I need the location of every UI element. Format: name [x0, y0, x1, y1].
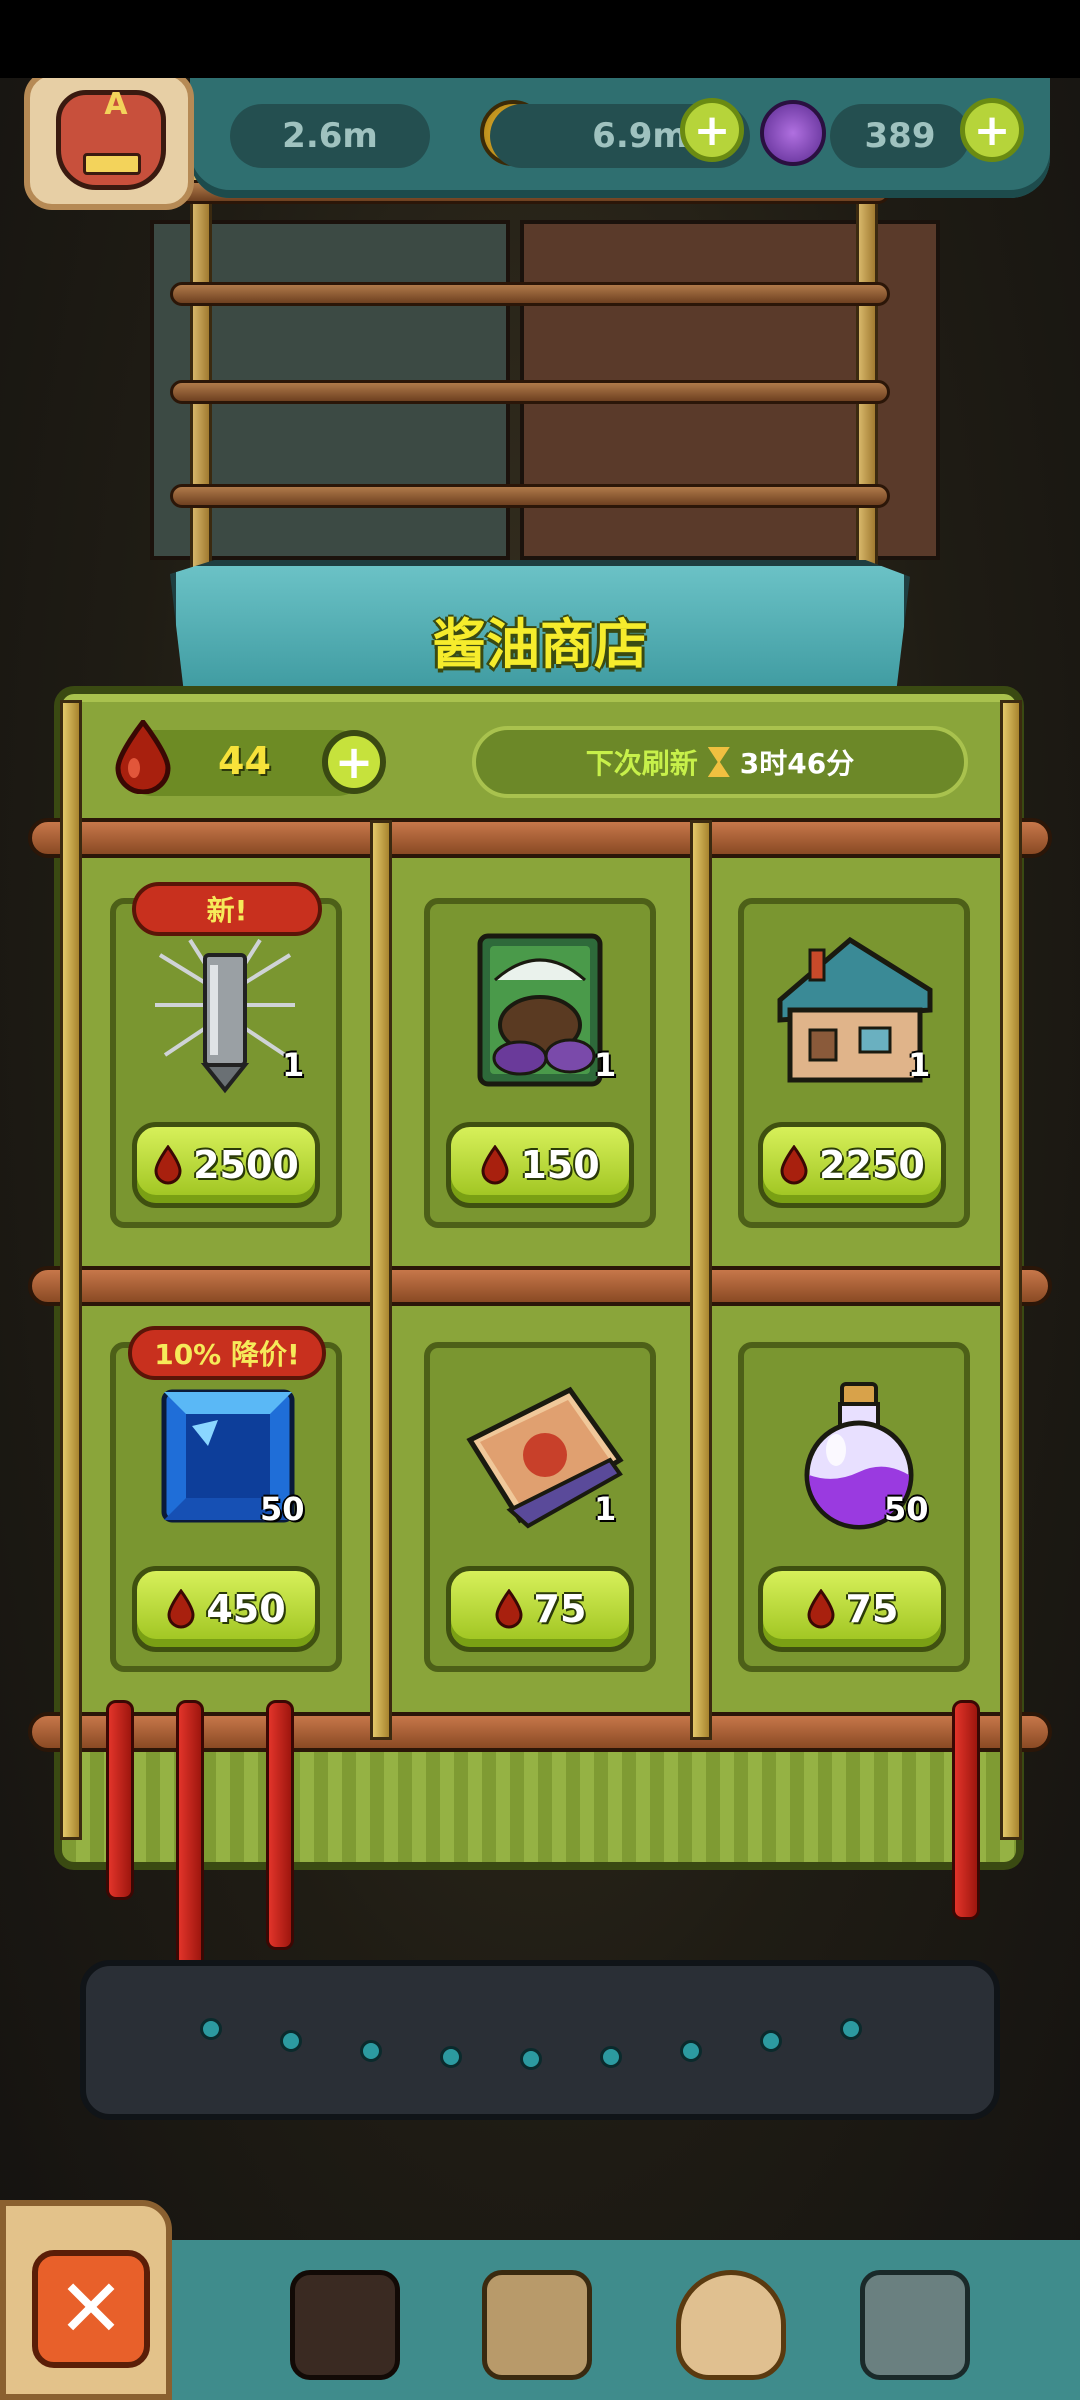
buy-button-scroll[interactable]: 75: [446, 1566, 634, 1652]
blood-drop-icon: [167, 1589, 195, 1629]
avatar-face: A: [56, 87, 166, 190]
machine-light: [200, 2018, 222, 2040]
blood-drop-icon: [807, 1589, 835, 1629]
item-price: 150: [520, 1143, 600, 1187]
shop-header-row: 44 + 下次刷新 3时46分: [100, 712, 980, 812]
machine-light: [280, 2030, 302, 2052]
discount-badge: 10% 降价!: [128, 1326, 326, 1380]
refresh-label: 下次刷新: [585, 747, 698, 780]
tassel-decoration: [952, 1700, 980, 1920]
status-bar: [0, 0, 1080, 78]
ladder-rung: [170, 484, 890, 508]
item-price: 2500: [193, 1143, 299, 1187]
tassel-decoration: [176, 1700, 204, 1990]
machine-light: [680, 2040, 702, 2062]
add-potions-button[interactable]: +: [960, 98, 1024, 162]
grid-menu-icon[interactable]: [860, 2270, 970, 2380]
book-nav-icon[interactable]: [482, 2270, 592, 2380]
item-quantity: 1: [594, 1490, 617, 1528]
machine-light: [760, 2030, 782, 2052]
add-blood-button[interactable]: +: [322, 730, 386, 794]
potion-icon: [760, 100, 826, 166]
blood-count: 44: [218, 739, 271, 783]
item-price: 75: [533, 1587, 587, 1631]
new-badge: 新!: [132, 882, 322, 936]
close-panel: ✕: [0, 2200, 172, 2400]
item-quantity: 1: [282, 1046, 305, 1084]
machine-light: [360, 2040, 382, 2062]
blood-drop-icon: [115, 720, 171, 794]
game-scene: 2.6m 6.9m + 389 + A 酱油商店 44 + 下次刷新 3时46分: [0, 0, 1080, 2400]
machine-light: [840, 2018, 862, 2040]
ladder-rung: [170, 282, 890, 306]
shelf-post: [370, 820, 392, 1740]
shelf-top: [28, 818, 1052, 858]
item-quantity: 50: [260, 1490, 305, 1528]
item-quantity: 1: [594, 1046, 617, 1084]
shop-title: 酱油商店: [432, 613, 648, 676]
currency-bar: 2.6m 6.9m + 389 +: [190, 78, 1050, 198]
machine-light: [600, 2046, 622, 2068]
refresh-time: 3时46分: [739, 747, 855, 780]
buy-button-house[interactable]: 2250: [758, 1122, 946, 1208]
machine-light: [440, 2046, 462, 2068]
bag-nav-icon[interactable]: [676, 2270, 786, 2380]
blood-drop-icon: [495, 1589, 523, 1629]
avatar-teeth: [83, 153, 141, 175]
shelf-post: [1000, 700, 1022, 1840]
item-price: 2250: [819, 1143, 925, 1187]
tassel-decoration: [106, 1700, 134, 1900]
shop-banner: 酱油商店: [170, 560, 910, 700]
item-price: 75: [845, 1587, 899, 1631]
currency-3-value: 389: [830, 104, 970, 168]
tassel-decoration: [266, 1700, 294, 1950]
shelf-middle: [28, 1266, 1052, 1306]
machine-platform: [80, 1960, 1000, 2120]
buy-button-blue-gem[interactable]: 450: [132, 1566, 320, 1652]
item-quantity: 50: [884, 1490, 929, 1528]
spiked-weapon-icon: [155, 938, 295, 1094]
refresh-timer: 下次刷新 3时46分: [472, 726, 968, 798]
item-price: 450: [206, 1587, 286, 1631]
hourglass-icon: [707, 747, 730, 777]
currency-1-value: 2.6m: [230, 104, 430, 168]
item-quantity: 1: [908, 1046, 931, 1084]
blood-drop-icon: [154, 1145, 182, 1185]
avatar-letter: A: [104, 87, 128, 122]
buy-button-spiked-weapon[interactable]: 2500: [132, 1122, 320, 1208]
buy-button-purple-potion[interactable]: 75: [758, 1566, 946, 1652]
machine-light: [520, 2048, 542, 2070]
shelf-post: [60, 700, 82, 1840]
add-coins-button[interactable]: +: [680, 98, 744, 162]
close-button[interactable]: ✕: [32, 2250, 150, 2368]
buy-button-cauldron-card[interactable]: 150: [446, 1122, 634, 1208]
ladder-rung: [170, 380, 890, 404]
player-avatar[interactable]: A: [24, 70, 194, 210]
monster-nav-icon[interactable]: [290, 2270, 400, 2380]
shelf-post: [690, 820, 712, 1740]
blood-drop-icon: [780, 1145, 808, 1185]
blood-drop-icon: [481, 1145, 509, 1185]
